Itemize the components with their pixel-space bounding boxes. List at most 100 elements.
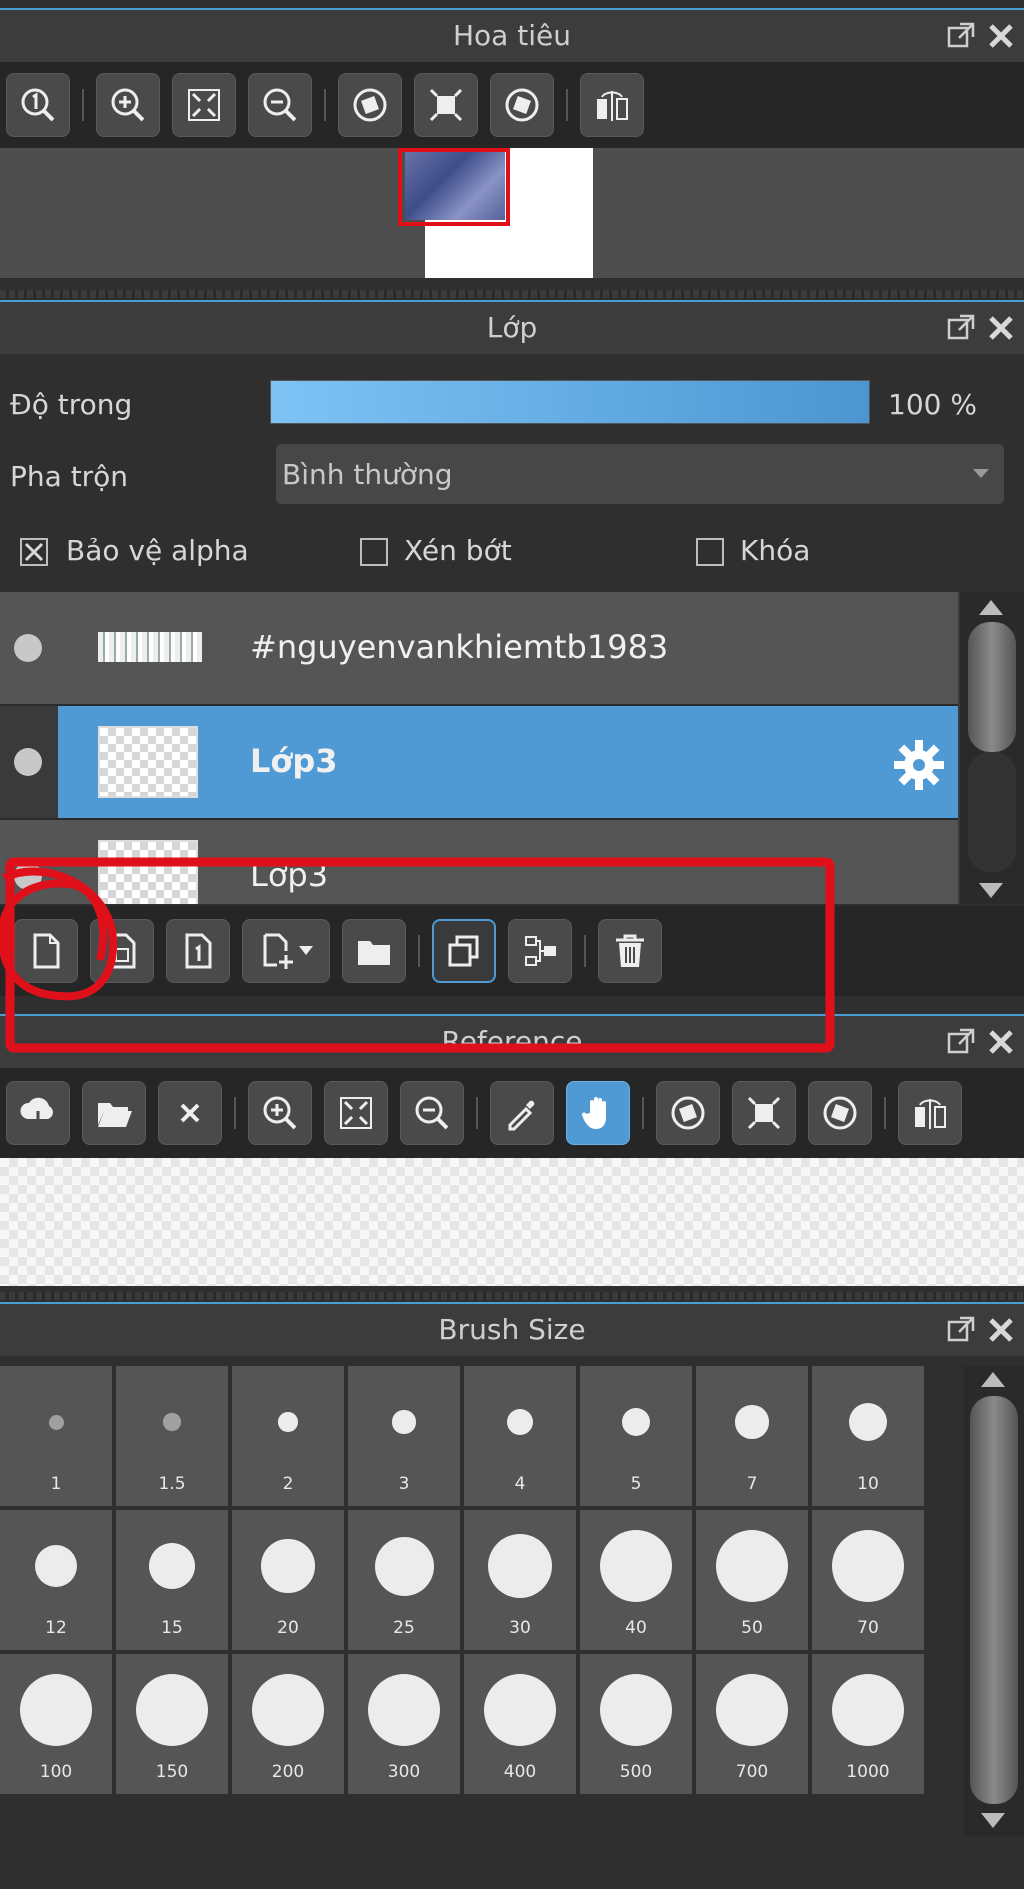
brush-grid-scrollbar[interactable] (964, 1366, 1024, 1836)
brush-size-cell[interactable]: 1.5 (116, 1366, 228, 1506)
new-1bit-layer-button[interactable] (166, 919, 230, 983)
reset-view-button[interactable] (414, 73, 478, 137)
layer-row-selected[interactable]: Lớp3 (0, 706, 958, 820)
load-cloud-button[interactable] (6, 1081, 70, 1145)
brush-size-cell[interactable]: 20 (232, 1510, 344, 1650)
scrollbar-thumb[interactable] (968, 622, 1016, 752)
eyedropper-button[interactable] (490, 1081, 554, 1145)
brush-size-cell[interactable]: 400 (464, 1654, 576, 1794)
opacity-slider[interactable] (270, 380, 870, 424)
brush-size-cell[interactable]: 50 (696, 1510, 808, 1650)
brush-size-cell[interactable]: 12 (0, 1510, 112, 1650)
close-icon[interactable] (986, 1315, 1016, 1345)
brush-size-cell[interactable]: 5 (580, 1366, 692, 1506)
rotate-left-button[interactable] (656, 1081, 720, 1145)
brush-size-cell[interactable]: 25 (348, 1510, 460, 1650)
add-layer-dropdown-button[interactable] (242, 919, 330, 983)
brush-size-cell[interactable]: 70 (812, 1510, 924, 1650)
brush-size-label: 50 (741, 1618, 763, 1638)
layer-row[interactable]: Lớp3 (0, 820, 958, 904)
close-reference-button[interactable] (158, 1081, 222, 1145)
gear-icon[interactable] (892, 738, 946, 792)
blend-mode-select[interactable]: Bình thường (276, 444, 1004, 504)
visibility-icon[interactable] (14, 862, 42, 890)
opacity-slider-fill (271, 381, 869, 423)
layer-list-scrollbar[interactable] (960, 592, 1024, 904)
merge-down-button[interactable] (508, 919, 572, 983)
brush-size-cell[interactable]: 200 (232, 1654, 344, 1794)
navigator-preview-area[interactable] (0, 148, 1024, 278)
brush-size-label: 7 (746, 1474, 758, 1494)
popout-icon[interactable] (946, 313, 976, 343)
scroll-up-icon[interactable] (978, 598, 1004, 616)
scroll-down-icon[interactable] (978, 882, 1004, 900)
brush-size-cell[interactable]: 1 (0, 1366, 112, 1506)
brush-size-cell[interactable]: 10 (812, 1366, 924, 1506)
close-icon[interactable] (986, 1027, 1016, 1057)
folder-open-icon (98, 1103, 132, 1127)
delete-layer-button[interactable] (598, 919, 662, 983)
zoom-out-button[interactable] (248, 73, 312, 137)
brush-size-cell[interactable]: 30 (464, 1510, 576, 1650)
scroll-up-icon[interactable] (980, 1370, 1006, 1388)
brush-preview-dot (392, 1410, 416, 1434)
fit-button[interactable] (172, 73, 236, 137)
toolbar-separator (234, 1097, 236, 1129)
brush-size-cell[interactable]: 4 (464, 1366, 576, 1506)
hand-tool-button[interactable] (566, 1081, 630, 1145)
rotate-left-button[interactable] (338, 73, 402, 137)
zoom-in-button[interactable] (96, 73, 160, 137)
brush-size-cell[interactable]: 300 (348, 1654, 460, 1794)
rotate-right-button[interactable] (808, 1081, 872, 1145)
brush-size-cell[interactable]: 7 (696, 1366, 808, 1506)
zoom-out-button[interactable] (400, 1081, 464, 1145)
scroll-down-icon[interactable] (980, 1812, 1006, 1830)
lock-checkbox[interactable] (696, 538, 724, 566)
close-icon[interactable] (986, 313, 1016, 343)
reset-view-button[interactable] (732, 1081, 796, 1145)
brush-size-cell[interactable]: 500 (580, 1654, 692, 1794)
popout-icon[interactable] (946, 1315, 976, 1345)
brush-size-label: 1.5 (158, 1474, 186, 1494)
duplicate-layer-button[interactable] (432, 919, 496, 983)
close-icon[interactable] (986, 21, 1016, 51)
brush-preview-dot (507, 1409, 533, 1435)
flip-button[interactable] (898, 1081, 962, 1145)
layer-row[interactable]: #nguyenvankhiemtb1983 (0, 592, 958, 706)
reference-canvas[interactable] (0, 1158, 1024, 1286)
brush-size-cell[interactable]: 2 (232, 1366, 344, 1506)
popout-icon[interactable] (946, 21, 976, 51)
layers-titlebar: Lớp (0, 302, 1024, 354)
brush-preview-dot (600, 1674, 672, 1746)
open-file-button[interactable] (82, 1081, 146, 1145)
new-folder-button[interactable] (342, 919, 406, 983)
brush-size-label: 3 (398, 1474, 410, 1494)
viewport-frame[interactable] (398, 148, 510, 226)
brush-size-cell[interactable]: 100 (0, 1654, 112, 1794)
navigator-titlebar: Hoa tiêu (0, 10, 1024, 62)
zoom-in-button[interactable] (248, 1081, 312, 1145)
protect-alpha-checkbox[interactable] (20, 538, 48, 566)
add-page-icon (263, 933, 293, 969)
visibility-icon[interactable] (14, 748, 42, 776)
brush-size-cell[interactable]: 15 (116, 1510, 228, 1650)
new-halftone-layer-button[interactable] (90, 919, 154, 983)
zoom-actual-button[interactable] (6, 73, 70, 137)
rotate-right-button[interactable] (490, 73, 554, 137)
fit-button[interactable] (324, 1081, 388, 1145)
clip-checkbox[interactable] (360, 538, 388, 566)
layer-name: #nguyenvankhiemtb1983 (250, 628, 669, 666)
new-layer-button[interactable] (14, 919, 78, 983)
brush-size-cell[interactable]: 40 (580, 1510, 692, 1650)
brush-size-cell[interactable]: 150 (116, 1654, 228, 1794)
fit-screen-icon (188, 89, 220, 121)
popout-icon[interactable] (946, 1027, 976, 1057)
scrollbar-thumb[interactable] (970, 1396, 1018, 1804)
flip-button[interactable] (580, 73, 644, 137)
clip-label: Xén bớt (404, 534, 512, 567)
brush-preview-dot (832, 1674, 904, 1746)
brush-size-cell[interactable]: 1000 (812, 1654, 924, 1794)
brush-size-cell[interactable]: 700 (696, 1654, 808, 1794)
visibility-icon[interactable] (14, 634, 42, 662)
brush-size-cell[interactable]: 3 (348, 1366, 460, 1506)
